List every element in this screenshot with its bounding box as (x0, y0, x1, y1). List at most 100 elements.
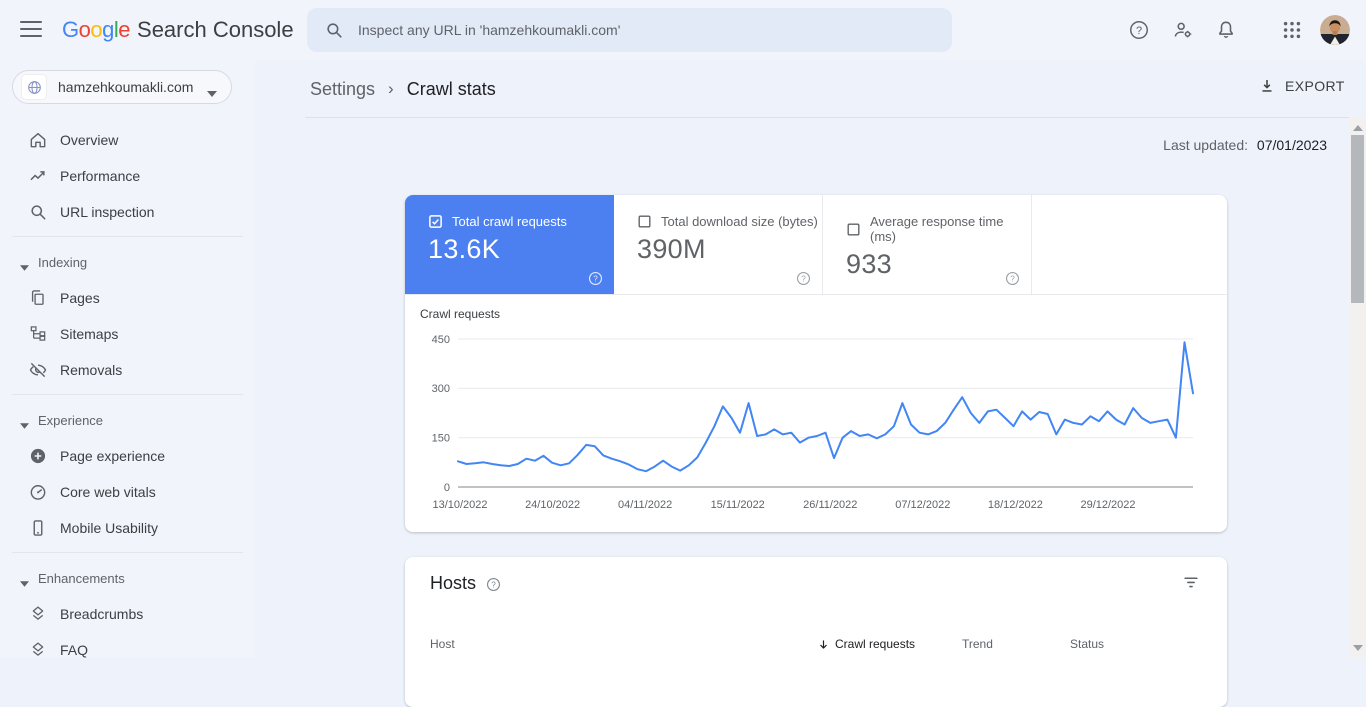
sidebar-item-label: Sitemaps (60, 326, 118, 342)
apps-grid-icon[interactable] (1281, 19, 1303, 41)
manage-users-icon[interactable] (1172, 19, 1194, 41)
hosts-column-status[interactable]: Status (1070, 637, 1104, 651)
scrollbar[interactable] (1349, 118, 1366, 657)
app-logo[interactable]: Google Search Console (62, 15, 294, 45)
sidebar-item-page-experience[interactable]: Page experience (0, 438, 255, 474)
search-input[interactable] (356, 21, 952, 39)
sidebar-item-breadcrumbs[interactable]: Breadcrumbs (0, 596, 255, 632)
scroll-up-arrow-icon[interactable] (1353, 125, 1363, 131)
sidebar-item-label: Mobile Usability (60, 520, 158, 536)
sidebar-divider (12, 552, 243, 553)
breadcrumbs-icon (28, 604, 48, 624)
cards-row-filler (1032, 195, 1227, 294)
sidebar-section-label: Enhancements (38, 571, 125, 586)
svg-text:?: ? (801, 274, 806, 283)
scrollbar-thumb[interactable] (1351, 135, 1364, 303)
sitemaps-icon (28, 324, 48, 344)
hosts-column-host[interactable]: Host (430, 637, 455, 651)
breadcrumb-separator: › (388, 79, 394, 99)
google-logo: Google (62, 17, 130, 43)
svg-text:?: ? (491, 580, 496, 589)
sidebar-section-enhancements[interactable]: Enhancements (0, 564, 255, 592)
sidebar-section-label: Indexing (38, 255, 87, 270)
url-inspect-searchbar[interactable] (307, 8, 952, 52)
sidebar-item-faq[interactable]: FAQ (0, 632, 255, 668)
pages-icon (28, 288, 48, 308)
card-label-row: Total download size (bytes) (637, 214, 822, 229)
sort-descending-icon (817, 638, 830, 651)
y-tick-label: 300 (432, 383, 450, 395)
x-tick-label: 24/10/2022 (525, 499, 580, 511)
breadcrumb: Settings › Crawl stats (310, 76, 496, 102)
crawl-requests-chart: 450300150013/10/202224/10/202204/11/2022… (405, 305, 1227, 527)
header-divider (305, 117, 1349, 118)
breadcrumb-settings[interactable]: Settings (310, 79, 375, 100)
hosts-column-trend[interactable]: Trend (962, 637, 993, 651)
card-value: 390M (637, 234, 822, 265)
svg-text:?: ? (1010, 274, 1015, 283)
svg-text:?: ? (1136, 25, 1142, 37)
x-tick-label: 07/12/2022 (895, 499, 950, 511)
sidebar-item-performance[interactable]: Performance (0, 158, 255, 194)
sidebar-divider (12, 236, 243, 237)
crawl-requests-line[interactable] (458, 342, 1193, 471)
hosts-panel: Hosts ? Host Crawl requests Trend Status (405, 557, 1227, 707)
help-circle-icon[interactable]: ? (486, 576, 501, 591)
faq-icon (28, 640, 48, 660)
sidebar-item-overview[interactable]: Overview (0, 122, 255, 158)
mobile-usability-icon (28, 518, 48, 538)
sidebar-item-sitemaps[interactable]: Sitemaps (0, 316, 255, 352)
card-label: Total download size (bytes) (661, 214, 818, 229)
checkbox-checked-icon[interactable] (428, 214, 443, 229)
help-circle-icon[interactable]: ? (796, 271, 811, 286)
filter-icon[interactable] (1181, 572, 1201, 592)
hosts-title: Hosts (430, 573, 476, 594)
sidebar-item-label: Removals (60, 362, 122, 378)
search-icon (28, 202, 48, 222)
core-web-vitals-icon (28, 482, 48, 502)
sidebar-item-mobile-usability[interactable]: Mobile Usability (0, 510, 255, 546)
google-logo-letter: e (118, 17, 130, 42)
page-experience-icon (28, 446, 48, 466)
x-tick-label: 26/11/2022 (803, 499, 857, 511)
card-label: Total crawl requests (452, 214, 567, 229)
crawl-stats-panel: Total crawl requests13.6K?Total download… (405, 195, 1227, 532)
x-tick-label: 15/11/2022 (711, 499, 765, 511)
avatar[interactable] (1320, 15, 1350, 45)
sidebar-item-core-web-vitals[interactable]: Core web vitals (0, 474, 255, 510)
sidebar-item-label: Overview (60, 132, 118, 148)
sidebar-section-experience[interactable]: Experience (0, 406, 255, 434)
notifications-icon[interactable] (1215, 19, 1237, 41)
property-selector[interactable]: hamzehkoumakli.com (12, 70, 232, 104)
menu-icon[interactable] (20, 21, 42, 39)
sidebar-item-url-inspection[interactable]: URL inspection (0, 194, 255, 230)
checkbox-unchecked-icon[interactable] (637, 214, 652, 229)
export-button[interactable]: EXPORT (1258, 77, 1345, 95)
sidebar-item-pages[interactable]: Pages (0, 280, 255, 316)
scroll-down-arrow-icon[interactable] (1353, 645, 1363, 651)
card-total-download-size-bytes[interactable]: Total download size (bytes) 390M? (614, 195, 823, 294)
help-circle-icon[interactable]: ? (588, 271, 603, 286)
checkbox-unchecked-icon[interactable] (846, 222, 861, 237)
x-tick-label: 13/10/2022 (432, 499, 487, 511)
card-total-crawl-requests[interactable]: Total crawl requests13.6K? (405, 195, 614, 294)
sidebar-item-label: Core web vitals (60, 484, 156, 500)
globe-icon (22, 75, 46, 99)
hosts-column-crawl-requests[interactable]: Crawl requests (817, 637, 915, 651)
search-icon (325, 21, 344, 40)
last-updated-label: Last updated: (1163, 137, 1248, 153)
sidebar: hamzehkoumakli.com Overview PerformanceUR… (0, 60, 255, 657)
sidebar-section-indexing[interactable]: Indexing (0, 248, 255, 276)
y-tick-label: 0 (444, 482, 450, 494)
help-icon[interactable]: ? (1128, 19, 1150, 41)
card-label-row: Total crawl requests (428, 214, 614, 229)
card-average-response-time-ms[interactable]: Average response time (ms)933? (823, 195, 1032, 294)
help-circle-icon[interactable]: ? (1005, 271, 1020, 286)
performance-icon (28, 166, 48, 186)
main-content: Settings › Crawl stats EXPORT Last updat… (255, 60, 1349, 657)
page-title: Crawl stats (407, 79, 496, 100)
home-icon (28, 130, 48, 150)
google-logo-letter: G (62, 17, 79, 42)
hosts-column-label: Status (1070, 637, 1104, 651)
sidebar-item-removals[interactable]: Removals (0, 352, 255, 388)
